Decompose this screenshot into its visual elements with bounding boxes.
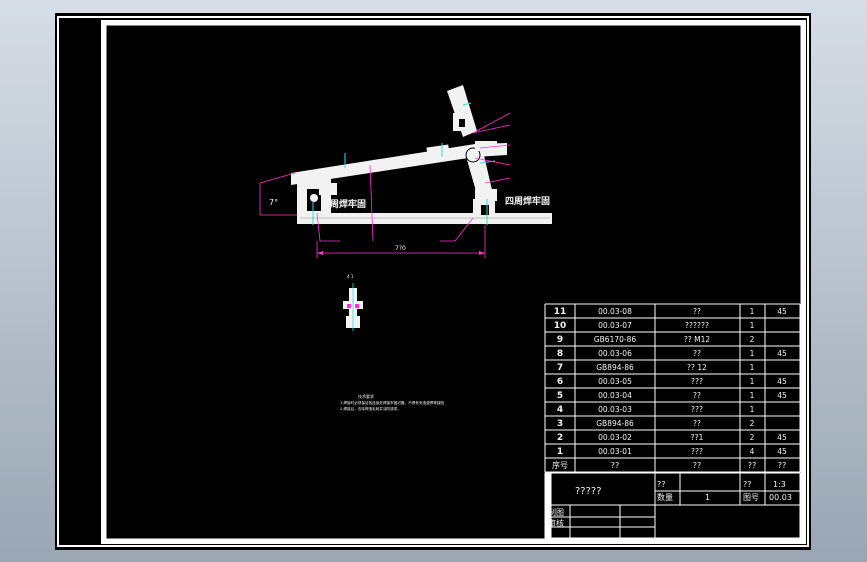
parts-row-3-name: ?? <box>693 419 701 428</box>
parts-row-11-name: ?? <box>693 307 701 316</box>
tech-notes-line2: 2.焊接后，去除焊渣毛刺并涂防锈漆。 <box>340 406 401 411</box>
drawing-no-label: 图号 <box>743 493 759 502</box>
parts-row-5-no: 5 <box>557 391 563 401</box>
parts-row-2-no: 2 <box>557 433 563 443</box>
parts-table: 11 00.03-08?? 1 4510 00.03-07?????? 19 GB6170-… <box>544 303 801 473</box>
quantity-value: 1 <box>705 493 710 502</box>
parts-row-6-code: 00.03-05 <box>598 377 632 386</box>
material-label: ?? <box>743 480 752 489</box>
checked-label: 审核 <box>548 518 564 528</box>
title-block-text: ????? ?? 数量 1 ?? 图号 1:3 00.03 制图 审核 <box>548 480 792 528</box>
parts-row-10-no: 10 <box>554 321 567 331</box>
parts-row-11-mat: 45 <box>777 307 787 316</box>
parts-row-7-name: ?? 12 <box>687 363 707 372</box>
parts-row-5-mat: 45 <box>777 391 787 400</box>
parts-row-8-code: 00.03-06 <box>598 349 632 358</box>
parts-header-qty: ?? <box>748 461 757 470</box>
parts-row-5-name: ?? <box>693 391 701 400</box>
parts-row-6-mat: 45 <box>777 377 787 386</box>
weld-note-left: 四周焊牢固 <box>321 198 366 210</box>
parts-row-1-code: 00.03-01 <box>598 447 632 456</box>
parts-row-8-name: ?? <box>693 349 701 358</box>
parts-row-2-mat: 45 <box>777 433 787 442</box>
parts-row-2-code: 00.03-02 <box>598 433 632 442</box>
cad-viewport: 7° 7?0 四周焊牢固 四周焊牢固 4 1 技术要求 1.焊接时必须保证各连接… <box>55 13 811 550</box>
quantity-label: 数量 <box>657 492 673 502</box>
parts-row-7-qty: 1 <box>750 363 755 372</box>
parts-row-1-no: 1 <box>557 447 563 457</box>
parts-row-2-name: ??1 <box>691 433 704 442</box>
parts-header-name: ?? <box>693 461 702 470</box>
parts-header-mat: ?? <box>778 461 787 470</box>
mechanism-drawing: 7° 7?0 四周焊牢固 四周焊牢固 <box>259 85 552 258</box>
drawing-no: 00.03 <box>769 493 792 502</box>
parts-row-8-qty: 1 <box>750 349 755 358</box>
technical-notes: 技术要求 1.焊接时必须保证各连接处焊接牢固可靠，不得有夹渣虚焊等缺陷 2.焊接… <box>340 393 444 411</box>
parts-row-7-code: GB894-86 <box>596 363 634 372</box>
weld-note-right: 四周焊牢固 <box>505 195 550 207</box>
parts-row-10-qty: 1 <box>750 321 755 330</box>
parts-header-code: ?? <box>611 461 620 470</box>
tech-notes-title: 技术要求 <box>358 393 374 399</box>
parts-row-5-qty: 1 <box>750 391 755 400</box>
parts-row-3-no: 3 <box>557 419 563 429</box>
parts-row-3-code: GB894-86 <box>596 419 634 428</box>
parts-row-9-name: ?? M12 <box>684 335 711 344</box>
scale-value: 1:3 <box>773 480 786 489</box>
scale-label: ?? <box>657 480 666 489</box>
parts-row-8-mat: 45 <box>777 349 787 358</box>
parts-row-1-name: ??? <box>691 447 703 456</box>
parts-row-7-no: 7 <box>557 363 563 373</box>
parts-row-11-no: 11 <box>554 307 567 317</box>
parts-row-4-name: ??? <box>691 405 703 414</box>
detail-view: 4 1 <box>343 274 363 331</box>
length-label: 7?0 <box>395 245 406 252</box>
parts-row-8-no: 8 <box>557 349 563 359</box>
parts-row-10-code: 00.03-07 <box>598 321 632 330</box>
drawing-sheet: 7° 7?0 四周焊牢固 四周焊牢固 4 1 技术要求 1.焊接时必须保证各连接… <box>57 16 809 547</box>
parts-row-6-qty: 1 <box>750 377 755 386</box>
base-plate <box>297 213 552 224</box>
designed-label: 制图 <box>548 507 564 517</box>
parts-row-11-code: 00.03-08 <box>598 307 632 316</box>
parts-row-1-qty: 4 <box>750 447 755 456</box>
parts-row-11-qty: 1 <box>750 307 755 316</box>
parts-row-9-qty: 2 <box>750 335 755 344</box>
angle-label: 7° <box>269 198 278 207</box>
parts-row-9-code: GB6170-86 <box>594 335 637 344</box>
parts-row-1-mat: 45 <box>777 447 787 456</box>
detail-label: 4 1 <box>347 274 354 279</box>
parts-row-6-name: ??? <box>691 377 703 386</box>
tech-notes-line1: 1.焊接时必须保证各连接处焊接牢固可靠，不得有夹渣虚焊等缺陷 <box>340 400 444 405</box>
parts-row-4-qty: 1 <box>750 405 755 414</box>
parts-row-3-qty: 2 <box>750 419 755 428</box>
parts-header-no: 序号 <box>552 460 568 470</box>
title-block <box>544 472 801 539</box>
parts-row-6-no: 6 <box>557 377 563 387</box>
parts-row-4-code: 00.03-03 <box>598 405 632 414</box>
drawing-title: ????? <box>575 486 602 497</box>
parts-row-9-no: 9 <box>557 335 563 345</box>
parts-row-4-no: 4 <box>557 405 563 415</box>
parts-row-2-qty: 2 <box>750 433 755 442</box>
parts-row-5-code: 00.03-04 <box>598 391 632 400</box>
parts-row-10-name: ?????? <box>685 321 709 330</box>
